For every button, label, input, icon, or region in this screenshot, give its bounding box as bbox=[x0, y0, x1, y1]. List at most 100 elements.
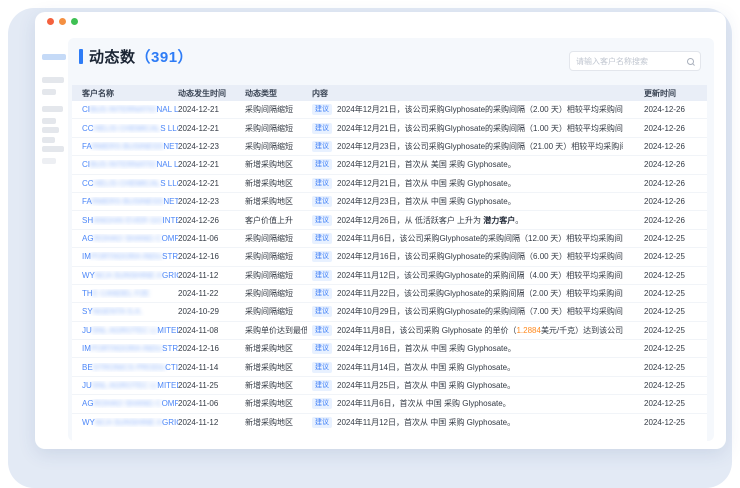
customer-name-cell: CCHELIS CHEMICALS LLC bbox=[72, 124, 178, 133]
col-header-updated-time: 更新时间 bbox=[623, 88, 707, 99]
customer-name-link[interactable]: SYNGENTA S.A. bbox=[82, 307, 178, 316]
table-row[interactable]: SYNGENTA S.A.2024-10-29采购间隔缩短建议2024年10月2… bbox=[72, 303, 707, 321]
sidebar-item[interactable] bbox=[42, 127, 59, 133]
updated-time-cell: 2024-12-26 bbox=[623, 105, 707, 114]
content-segment: 1.2884 bbox=[516, 326, 540, 335]
customer-name-link[interactable]: BESTRONICS PRODUCTIO... bbox=[82, 363, 178, 372]
sidebar-item[interactable] bbox=[42, 146, 64, 152]
dynamic-type-cell: 新增采购地区 bbox=[240, 159, 307, 170]
content-text: 2024年11月25日，首次从 中国 采购 Glyphosate。 bbox=[337, 380, 515, 391]
content-text: 2024年11月22日，该公司采购Glyphosate的采购间隔（2.00 天）… bbox=[337, 288, 623, 299]
content-segment: 2024年12月26日，从 低活跃客户 上升为 bbox=[337, 216, 483, 225]
sidebar-item[interactable] bbox=[42, 137, 55, 143]
customer-name-suffix: MITED bbox=[157, 381, 178, 390]
updated-time-cell: 2024-12-26 bbox=[623, 216, 707, 225]
dynamic-type-cell: 采购间隔缩短 bbox=[240, 233, 307, 244]
content-text: 2024年11月6日，该公司采购Glyphosate的采购间隔（12.00 天）… bbox=[337, 233, 623, 244]
table-row[interactable]: IMPORTADORA INDUSTRIA...2024-12-16新增采购地区… bbox=[72, 340, 707, 358]
occurred-time-cell: 2024-10-29 bbox=[178, 307, 240, 316]
window-minimize-dot[interactable] bbox=[59, 18, 66, 25]
table-row[interactable]: WYNCA SUNSHINE AGRIC ...2024-11-12采购间隔缩短… bbox=[72, 267, 707, 285]
table-row[interactable]: FARMERS BUSINESSNET...2024-12-23新增采购地区建议… bbox=[72, 193, 707, 211]
customer-name-masked: PORTADORA INDU bbox=[91, 344, 162, 353]
table-row[interactable]: FARMERS BUSINESSNET...2024-12-23采购间隔缩短建议… bbox=[72, 138, 707, 156]
content-segment: 。 bbox=[515, 216, 523, 225]
dynamic-type-cell: 采购间隔缩短 bbox=[240, 104, 307, 115]
customer-name-link[interactable]: JUSNL AGROTEC LIMITED bbox=[82, 326, 178, 335]
content-panel: 动态数（391） 客户名称 动态发生时间 动态类型 内容 更新时间 CIBUS … bbox=[68, 38, 714, 441]
content-segment: 2024年11月12日，该公司采购Glyphosate的采购间隔（4.00 天）… bbox=[337, 271, 623, 280]
customer-name-link[interactable]: AGROHAO SHANG COMPA... bbox=[82, 234, 178, 243]
customer-name-link[interactable]: SHANGHAI EVER GOINTER... bbox=[82, 216, 178, 225]
table-row[interactable]: AGROHAO SHANG COMPA...2024-11-06采购间隔缩短建议… bbox=[72, 230, 707, 248]
content-cell: 建议2024年12月21日，该公司采购Glyphosate的采购间隔（2.00 … bbox=[307, 104, 623, 115]
search-icon[interactable] bbox=[687, 58, 694, 65]
occurred-time-cell: 2024-12-26 bbox=[178, 216, 240, 225]
customer-name-link[interactable]: IMPORTADORA INDUSTRIA... bbox=[82, 344, 178, 353]
window-maximize-dot[interactable] bbox=[71, 18, 78, 25]
customer-name-link[interactable]: FARMERS BUSINESSNET... bbox=[82, 197, 178, 206]
dynamic-type-cell: 新增采购地区 bbox=[240, 380, 307, 391]
sidebar-item[interactable] bbox=[42, 106, 63, 112]
content-text: 2024年11月6日，首次从 中国 采购 Glyphosate。 bbox=[337, 398, 511, 409]
customer-name-cell: CIBUS INTERNATIONAL L... bbox=[72, 160, 178, 169]
table-row[interactable]: IMPORTADORA INDUSTRIA...2024-12-16采购间隔缩短… bbox=[72, 248, 707, 266]
customer-name-link[interactable]: CCHELIS CHEMICALS LLC bbox=[82, 179, 178, 188]
sidebar-item[interactable] bbox=[42, 89, 56, 95]
dynamic-type-cell: 新增采购地区 bbox=[240, 417, 307, 428]
sidebar-item-active[interactable] bbox=[42, 54, 66, 60]
content-text: 2024年12月16日，首次从 中国 采购 Glyphosate。 bbox=[337, 343, 516, 354]
sidebar-item[interactable] bbox=[42, 118, 56, 124]
table-row[interactable]: THE CANDEL F2E2024-11-22采购间隔缩短建议2024年11月… bbox=[72, 285, 707, 303]
table-row[interactable]: WYNCA SUNSHINE AGRIC ...2024-11-12新增采购地区… bbox=[72, 414, 707, 432]
customer-name-link[interactable]: CIBUS INTERNATIONAL L... bbox=[82, 105, 178, 114]
content-text: 2024年12月23日，首次从 中国 采购 Glyphosate。 bbox=[337, 196, 516, 207]
table-row[interactable]: CIBUS INTERNATIONAL L...2024-12-21新增采购地区… bbox=[72, 156, 707, 174]
suggestion-badge: 建议 bbox=[312, 215, 332, 226]
dynamic-type-cell: 新增采购地区 bbox=[240, 178, 307, 189]
table-row[interactable]: SHANGHAI EVER GOINTER...2024-12-26客户价值上升… bbox=[72, 211, 707, 229]
table-row[interactable]: CCHELIS CHEMICALS LLC2024-12-21新增采购地区建议2… bbox=[72, 175, 707, 193]
table-row[interactable]: AGROHAO SHANG COMPA...2024-11-06新增采购地区建议… bbox=[72, 395, 707, 413]
customer-name-cell: JUSNL AGROTEC LIMITED bbox=[72, 326, 178, 335]
customer-name-link[interactable]: THE CANDEL F2E bbox=[82, 289, 178, 298]
content-segment: 2024年11月25日，首次从 中国 采购 Glyphosate。 bbox=[337, 381, 515, 390]
occurred-time-cell: 2024-12-21 bbox=[178, 160, 240, 169]
customer-name-link[interactable]: CIBUS INTERNATIONAL L... bbox=[82, 160, 178, 169]
sidebar-item[interactable] bbox=[42, 77, 64, 83]
customer-name-suffix: NET... bbox=[163, 197, 178, 206]
occurred-time-cell: 2024-12-21 bbox=[178, 124, 240, 133]
customer-name-link[interactable]: WYNCA SUNSHINE AGRIC ... bbox=[82, 271, 178, 280]
customer-name-prefix: FA bbox=[82, 142, 92, 151]
window-close-dot[interactable] bbox=[47, 18, 54, 25]
customer-name-link[interactable]: AGROHAO SHANG COMPA... bbox=[82, 399, 178, 408]
suggestion-badge: 建议 bbox=[312, 270, 332, 281]
occurred-time-cell: 2024-11-06 bbox=[178, 234, 240, 243]
customer-name-link[interactable]: JUSNL AGROTEC LIMITED bbox=[82, 381, 178, 390]
page-title-count: （391） bbox=[136, 49, 194, 66]
table-row[interactable]: BESTRONICS PRODUCTIO...2024-11-14新增采购地区建… bbox=[72, 358, 707, 376]
customer-name-link[interactable]: IMPORTADORA INDUSTRIA... bbox=[82, 252, 178, 261]
suggestion-badge: 建议 bbox=[312, 141, 332, 152]
dynamic-type-cell: 采购间隔缩短 bbox=[240, 123, 307, 134]
customer-name-suffix: GRIC ... bbox=[162, 271, 178, 280]
table-row[interactable]: CCHELIS CHEMICALS LLC2024-12-21采购间隔缩短建议2… bbox=[72, 119, 707, 137]
table-row[interactable]: JUSNL AGROTEC LIMITED2024-11-08采购单价达到最低值… bbox=[72, 322, 707, 340]
content-cell: 建议2024年11月14日，首次从 中国 采购 Glyphosate。 bbox=[307, 362, 623, 373]
content-text: 2024年12月21日，该公司采购Glyphosate的采购间隔（1.00 天）… bbox=[337, 123, 623, 134]
table-row[interactable]: CIBUS INTERNATIONAL L...2024-12-21采购间隔缩短… bbox=[72, 101, 707, 119]
suggestion-badge: 建议 bbox=[312, 196, 332, 207]
customer-name-masked: NGENTA S.A. bbox=[93, 307, 143, 316]
search-input[interactable] bbox=[576, 57, 687, 66]
customer-name-suffix: INTER... bbox=[162, 216, 178, 225]
search-box bbox=[569, 51, 701, 71]
customer-name-prefix: JU bbox=[82, 326, 92, 335]
content-segment: 2024年12月21日，首次从 中国 采购 Glyphosate。 bbox=[337, 179, 516, 188]
customer-name-link[interactable]: CCHELIS CHEMICALS LLC bbox=[82, 124, 178, 133]
sidebar bbox=[42, 54, 68, 164]
customer-name-link[interactable]: FARMERS BUSINESSNET... bbox=[82, 142, 178, 151]
customer-name-masked: BUS INTERNATIO bbox=[90, 160, 157, 169]
customer-name-link[interactable]: WYNCA SUNSHINE AGRIC ... bbox=[82, 418, 178, 427]
sidebar-item[interactable] bbox=[42, 158, 56, 164]
table-row[interactable]: JUSNL AGROTEC LIMITED2024-11-25新增采购地区建议2… bbox=[72, 377, 707, 395]
